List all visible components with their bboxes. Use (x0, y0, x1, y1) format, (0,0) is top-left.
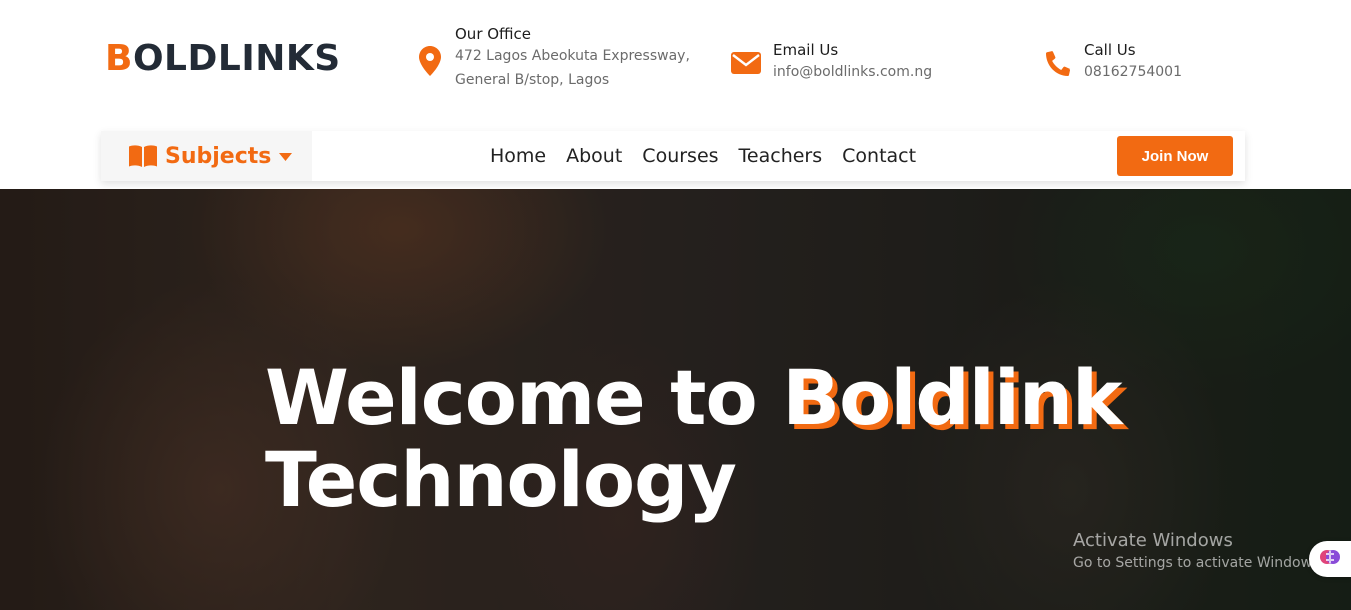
caret-down-icon (279, 153, 293, 161)
hero-banner: Welcome to Boldlink Technology Activate … (0, 189, 1351, 610)
brand-logo-text: OLDLINKS (132, 38, 341, 79)
nav-item-teachers[interactable]: Teachers (739, 145, 823, 167)
nav-item-about[interactable]: About (566, 145, 622, 167)
call-info: Call Us 08162754001 (1046, 40, 1182, 84)
join-now-button[interactable]: Join Now (1117, 136, 1233, 176)
brand-logo[interactable]: BOLDLINKS (105, 38, 341, 79)
hero-title-line2: Technology (265, 435, 737, 524)
nav-menu: Home About Courses Teachers Contact (490, 131, 936, 181)
brain-icon (1319, 546, 1341, 572)
main-navbar: Subjects Home About Courses Teachers Con… (101, 131, 1245, 181)
envelope-icon (731, 48, 761, 78)
nav-item-courses[interactable]: Courses (642, 145, 718, 167)
activate-windows-watermark: Activate Windows Go to Settings to activ… (1073, 529, 1324, 573)
hero-title-highlight: Boldlink (782, 353, 1122, 442)
phone-number[interactable]: 08162754001 (1084, 60, 1182, 84)
subjects-dropdown[interactable]: Subjects (101, 131, 312, 181)
map-marker-icon (417, 46, 443, 76)
brain-extension-button[interactable] (1309, 541, 1351, 577)
call-title: Call Us (1084, 41, 1136, 59)
email-info: Email Us info@boldlinks.com.ng (731, 40, 932, 84)
office-address-line2: General B/stop, Lagos (455, 72, 610, 88)
office-address-line1: 472 Lagos Abeokuta Expressway, (455, 48, 690, 64)
nav-item-contact[interactable]: Contact (842, 145, 916, 167)
email-title: Email Us (773, 41, 839, 59)
hero-title-part1: Welcome to (265, 353, 783, 442)
office-info: Our Office 472 Lagos Abeokuta Expressway… (417, 24, 690, 92)
watermark-line2: Go to Settings to activate Windows. (1073, 555, 1324, 571)
top-header: BOLDLINKS Our Office 472 Lagos Abeokuta … (0, 0, 1351, 120)
watermark-line1: Activate Windows (1073, 530, 1233, 551)
office-title: Our Office (455, 25, 532, 43)
email-address[interactable]: info@boldlinks.com.ng (773, 60, 932, 84)
brand-logo-initial: B (105, 38, 133, 79)
book-open-icon (129, 145, 157, 167)
nav-item-home[interactable]: Home (490, 145, 546, 167)
subjects-label: Subjects (165, 143, 272, 169)
phone-icon (1046, 48, 1072, 78)
hero-title: Welcome to Boldlink Technology (265, 357, 1123, 524)
